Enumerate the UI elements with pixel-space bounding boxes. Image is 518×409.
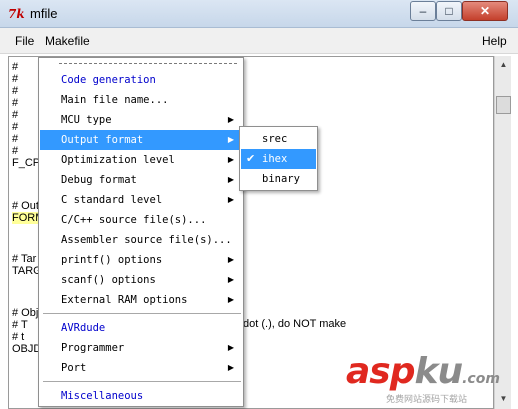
- menu-item-printf-options[interactable]: printf() options ▶: [40, 250, 242, 270]
- submenu-item-label: ihex: [262, 153, 288, 165]
- menu-help[interactable]: Help: [482, 34, 507, 48]
- submenu-arrow-icon: ▶: [227, 155, 234, 164]
- menu-item-c-standard-level[interactable]: C standard level ▶: [40, 190, 242, 210]
- submenu-item-binary[interactable]: binary: [241, 169, 316, 189]
- submenu-arrow-icon: ▶: [227, 295, 234, 304]
- menu-item-mcu-type[interactable]: MCU type ▶: [40, 110, 242, 130]
- editor-line: #: [12, 97, 19, 109]
- menu-item-label: Output format: [61, 134, 144, 146]
- editor-line: F_CP: [12, 157, 41, 169]
- submenu-arrow-icon: ▶: [227, 275, 234, 284]
- menu-item-port[interactable]: Port ▶: [40, 358, 242, 378]
- editor-line: # Out: [12, 200, 39, 212]
- editor-comment-fragment: dot (.), do NOT make: [243, 318, 347, 330]
- tearoff-line[interactable]: [59, 63, 237, 64]
- editor-line: # t: [12, 331, 25, 343]
- submenu-arrow-icon: ▶: [227, 175, 234, 184]
- menu-heading-avrdude: AVRdude: [61, 322, 106, 334]
- window-title: mfile: [30, 6, 58, 21]
- editor-line: #: [12, 121, 19, 133]
- menu-separator: [43, 313, 241, 314]
- checkmark-icon: ✔: [246, 152, 256, 165]
- close-button[interactable]: ✕: [462, 1, 508, 21]
- scroll-thumb[interactable]: [496, 96, 511, 114]
- editor-line: #: [12, 73, 19, 85]
- editor-line: OBJD: [12, 343, 42, 355]
- menu-item-scanf-options[interactable]: scanf() options ▶: [40, 270, 242, 290]
- menu-makefile[interactable]: Makefile: [45, 34, 90, 48]
- output-format-submenu: srec ✔ ihex binary: [239, 126, 318, 191]
- editor-line: #: [12, 145, 19, 157]
- menu-item-label: MCU type: [61, 114, 112, 126]
- editor-line: #: [12, 133, 19, 145]
- scroll-up-arrow-icon[interactable]: ▲: [496, 57, 511, 73]
- watermark-tagline: 免费网站源码下载站: [386, 394, 468, 404]
- menu-item-debug-format[interactable]: Debug format ▶: [40, 170, 242, 190]
- menu-item-label: Main file name...: [61, 94, 169, 106]
- title-bar[interactable]: 7k mfile – □ ✕: [0, 0, 518, 28]
- menu-separator: [43, 381, 241, 382]
- menu-item-assembler-source-files[interactable]: Assembler source file(s)...: [40, 230, 242, 250]
- submenu-arrow-icon: ▶: [227, 115, 234, 124]
- menu-item-label: scanf() options: [61, 274, 156, 286]
- menu-heading-miscellaneous: Miscellaneous: [61, 390, 144, 402]
- menu-item-main-file-name[interactable]: Main file name...: [40, 90, 242, 110]
- menu-item-c-source-files[interactable]: C/C++ source file(s)...: [40, 210, 242, 230]
- submenu-arrow-icon: ▶: [227, 255, 234, 264]
- menu-heading-code-generation: Code generation: [61, 74, 156, 86]
- menu-item-label: External RAM options: [61, 294, 188, 306]
- editor-line: # T: [12, 319, 28, 331]
- maximize-button[interactable]: □: [436, 1, 462, 21]
- menu-bar: File Makefile Help: [0, 28, 518, 54]
- editor-line: # Tar: [12, 253, 37, 265]
- menu-item-optimization-level[interactable]: Optimization level ▶: [40, 150, 242, 170]
- menu-item-label: Optimization level: [61, 154, 175, 166]
- submenu-item-ihex[interactable]: ✔ ihex: [241, 149, 316, 169]
- menu-file[interactable]: File: [15, 34, 34, 48]
- submenu-arrow-icon: ▶: [227, 343, 234, 352]
- menu-item-programmer[interactable]: Programmer ▶: [40, 338, 242, 358]
- minimize-button[interactable]: –: [410, 1, 436, 21]
- menu-item-output-format[interactable]: Output format ▶: [40, 130, 242, 150]
- submenu-arrow-icon: ▶: [227, 195, 234, 204]
- menu-item-label: printf() options: [61, 254, 163, 266]
- tk-app-icon: 7k: [8, 7, 25, 21]
- menu-item-label: Assembler source file(s)...: [61, 234, 232, 246]
- menu-item-external-ram-options[interactable]: External RAM options ▶: [40, 290, 242, 310]
- menu-item-label: Programmer: [61, 342, 125, 354]
- makefile-menu: Code generation Main file name... MCU ty…: [38, 57, 244, 407]
- editor-line: #: [12, 85, 19, 97]
- editor-line: # Obj: [12, 307, 39, 319]
- menu-item-label: Debug format: [61, 174, 137, 186]
- editor-line: #: [12, 61, 19, 73]
- menu-item-label: C/C++ source file(s)...: [61, 214, 207, 226]
- menu-item-label: Port: [61, 362, 87, 374]
- aspku-watermark: aspku.com 免费网站源码下载站: [346, 352, 516, 406]
- submenu-arrow-icon: ▶: [227, 135, 234, 144]
- submenu-arrow-icon: ▶: [227, 363, 234, 372]
- submenu-item-label: srec: [262, 133, 288, 145]
- menu-item-label: C standard level: [61, 194, 163, 206]
- editor-line: #: [12, 109, 19, 121]
- submenu-item-srec[interactable]: srec: [241, 129, 316, 149]
- submenu-item-label: binary: [262, 173, 300, 185]
